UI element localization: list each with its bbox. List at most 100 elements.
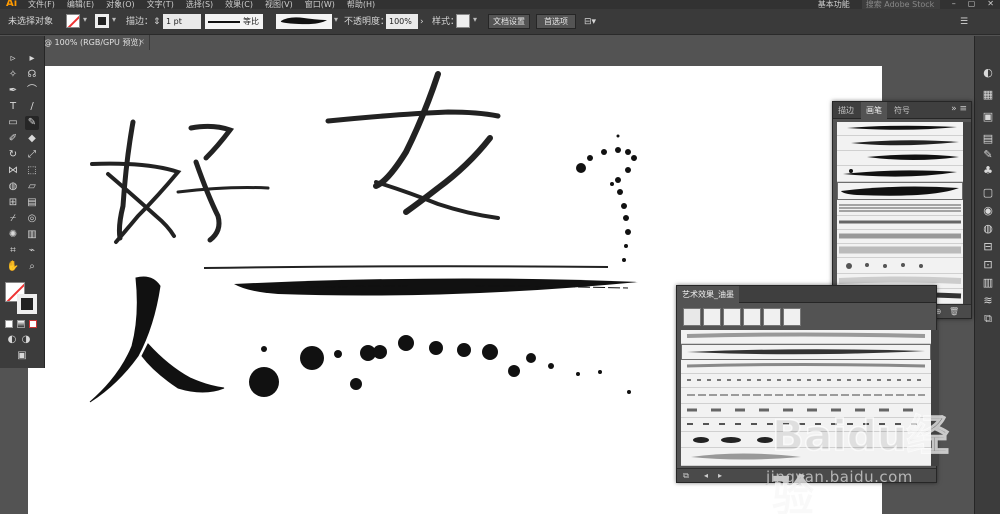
style-swatch[interactable] (456, 14, 470, 28)
brush-stroke-lines[interactable] (203, 265, 638, 296)
screen-mode-icon[interactable]: ▣ (15, 349, 29, 363)
none-mode-icon[interactable] (29, 320, 37, 328)
brush-item-selected[interactable] (681, 344, 931, 360)
color-panel-icon[interactable]: ◐ (981, 66, 995, 80)
draw-inside-icon[interactable]: ◑ (19, 333, 33, 347)
cc-libraries-icon[interactable]: ▣ (981, 110, 995, 124)
scrollbar[interactable] (931, 330, 939, 466)
brush-list[interactable] (837, 122, 963, 304)
swatches-icon[interactable]: ▤ (981, 132, 995, 146)
document-tab[interactable]: @ 100% (RGB/GPU 预览) × (40, 35, 150, 50)
ink-splatter-stroke[interactable] (249, 335, 631, 397)
brush-thumb[interactable] (703, 308, 721, 326)
color-mode-icon[interactable] (5, 320, 13, 328)
document-setup-button[interactable]: 文档设置 (488, 14, 530, 29)
arrange-icon[interactable]: ⊟▾ (584, 15, 596, 29)
graph-tool-icon[interactable]: ▥ (25, 228, 39, 242)
symbol-sprayer-tool-icon[interactable]: ✺ (6, 228, 20, 242)
align-icon[interactable]: ⊟ (981, 240, 995, 254)
gradient-mode-icon[interactable] (17, 320, 25, 328)
chevron-right-icon[interactable]: › (420, 15, 424, 29)
scale-tool-icon[interactable]: ⤢ (25, 148, 39, 162)
brush-item[interactable] (837, 151, 963, 166)
graphic-styles-icon[interactable]: ▢ (981, 186, 995, 200)
brush-item[interactable] (681, 360, 931, 374)
tab-art-ink[interactable]: 艺术效果_油墨 (677, 286, 739, 303)
layers-icon[interactable]: ≋ (981, 294, 995, 308)
hand-tool-icon[interactable]: ✋ (6, 260, 20, 274)
magic-wand-tool-icon[interactable]: ✧ (6, 68, 20, 82)
brushes-icon[interactable]: ✎ (981, 148, 995, 162)
width-tool-icon[interactable]: ⋈ (6, 164, 20, 178)
trash-icon[interactable]: 🗑 (949, 307, 959, 317)
transform-icon[interactable]: ⊡ (981, 258, 995, 272)
shaper-tool-icon[interactable]: ✐ (6, 132, 20, 146)
stroke-weight-field[interactable]: 1 pt (163, 14, 201, 29)
tab-brushes[interactable]: 画笔 (861, 102, 887, 119)
selection-tool-icon[interactable]: ▹ (6, 52, 20, 66)
art-ink-brush-list[interactable] (681, 330, 931, 466)
brush-item-selected[interactable] (837, 182, 963, 200)
draw-mode-icon[interactable]: ◐ (5, 333, 19, 347)
stroke-swatch[interactable] (95, 14, 109, 28)
brush-item[interactable] (837, 166, 963, 182)
brush-item[interactable] (681, 432, 931, 448)
brush-thumb[interactable] (723, 308, 741, 326)
libraries-menu-icon[interactable]: ⧉ (681, 471, 691, 481)
direct-selection-tool-icon[interactable]: ▸ (25, 52, 39, 66)
chevron-down-icon[interactable]: ▾ (83, 15, 87, 24)
brush-item[interactable] (837, 230, 963, 244)
color-guide-icon[interactable]: ▦ (981, 88, 995, 102)
stroke-char-nv[interactable] (325, 71, 501, 220)
paintbrush-tool-icon[interactable]: ✎ (25, 116, 39, 130)
free-transform-tool-icon[interactable]: ⬚ (25, 164, 39, 178)
gradient-tool-icon[interactable]: ▤ (25, 196, 39, 210)
brush-item[interactable] (837, 200, 963, 216)
brush-thumb[interactable] (763, 308, 781, 326)
blend-tool-icon[interactable]: ◎ (25, 212, 39, 226)
pathfinder-icon[interactable]: ▥ (981, 276, 995, 290)
brush-item[interactable] (837, 216, 963, 230)
tab-stroke[interactable]: 描边 (833, 102, 859, 119)
chevron-down-icon[interactable]: ▾ (473, 15, 477, 24)
close-icon[interactable]: × (138, 37, 145, 46)
scrollbar[interactable] (963, 122, 971, 304)
brush-item[interactable] (681, 448, 931, 466)
brush-item[interactable] (837, 244, 963, 258)
pen-tool-icon[interactable]: ✒ (6, 84, 20, 98)
stroke-color-box[interactable] (17, 294, 37, 314)
lasso-tool-icon[interactable]: ☊ (25, 68, 39, 82)
symbols-icon[interactable]: ♣ (981, 164, 995, 178)
brush-item[interactable] (681, 330, 931, 344)
brush-thumb[interactable] (743, 308, 761, 326)
chevron-down-icon[interactable]: ▾ (334, 15, 338, 24)
stroke-profile-select[interactable]: 等比 (205, 14, 263, 29)
stepper-icon[interactable]: ⇕ (153, 15, 161, 29)
stroke-char-hao[interactable] (90, 119, 270, 244)
panel-menu-icon[interactable]: ☰ (960, 15, 968, 29)
transparency-icon[interactable]: ◍ (981, 222, 995, 236)
opacity-field[interactable]: 100% (386, 14, 418, 29)
preferences-button[interactable]: 首选项 (536, 14, 576, 29)
artboards-icon[interactable]: ⧉ (981, 312, 995, 326)
mesh-tool-icon[interactable]: ⊞ (6, 196, 20, 210)
brush-definition-select[interactable] (276, 14, 332, 29)
perspective-tool-icon[interactable]: ▱ (25, 180, 39, 194)
brush-thumb[interactable] (783, 308, 801, 326)
brush-item[interactable] (837, 258, 963, 274)
rectangle-tool-icon[interactable]: ▭ (6, 116, 20, 130)
eyedropper-tool-icon[interactable]: ⌿ (6, 212, 20, 226)
shape-builder-tool-icon[interactable]: ◍ (6, 180, 20, 194)
stroke-char-ren[interactable] (89, 276, 225, 403)
brush-item[interactable] (837, 122, 963, 136)
curvature-tool-icon[interactable]: ⌒ (25, 84, 39, 98)
brush-item[interactable] (681, 418, 931, 432)
chevron-down-icon[interactable]: ▾ (112, 15, 116, 24)
panel-menu-icon[interactable]: » ≡ (951, 104, 967, 114)
next-library-icon[interactable]: ▸ (715, 471, 725, 481)
tab-symbols[interactable]: 符号 (889, 102, 915, 119)
slice-tool-icon[interactable]: ⌁ (25, 244, 39, 258)
brush-item[interactable] (681, 374, 931, 388)
eraser-tool-icon[interactable]: ◆ (25, 132, 39, 146)
artboard-tool-icon[interactable]: ⌗ (6, 244, 20, 258)
